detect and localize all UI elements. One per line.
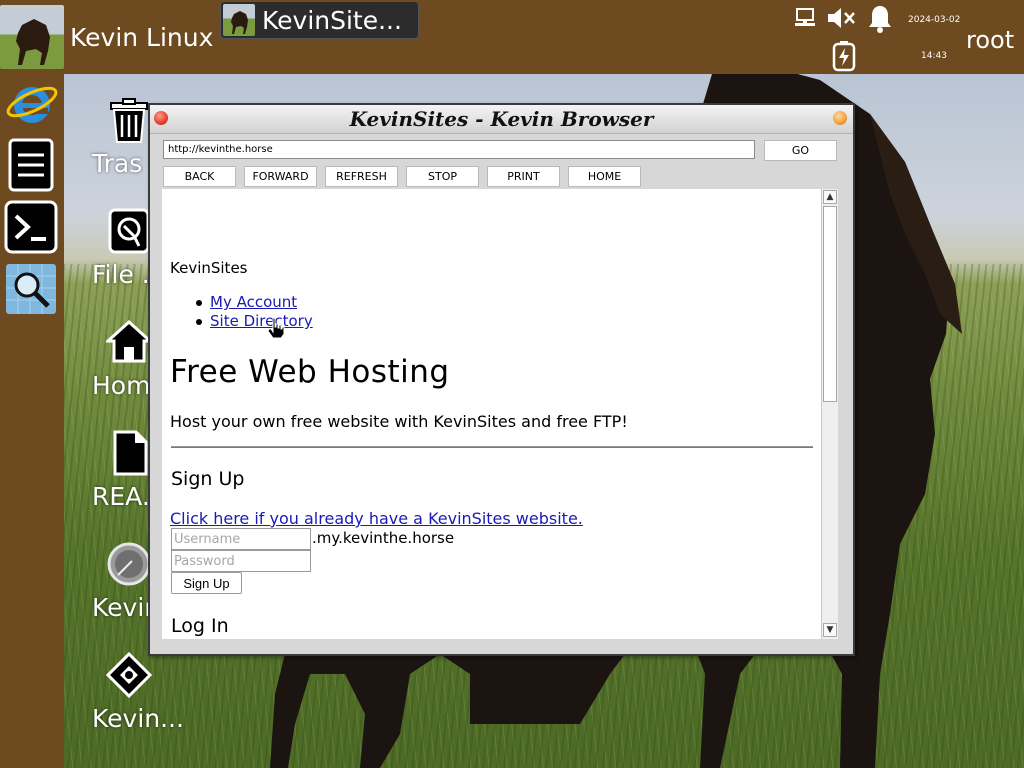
trash-icon (110, 98, 148, 143)
network-icon[interactable] (794, 8, 816, 28)
desktop-icon-label: Hom (92, 371, 151, 400)
scroll-down-icon[interactable]: ▼ (823, 623, 837, 637)
my-account-link[interactable]: My Account (210, 293, 297, 311)
volume-muted-icon[interactable] (826, 6, 856, 30)
site-nav: My Account Site Directory (196, 293, 313, 331)
window-titlebar[interactable]: KevinSites - Kevin Browser (150, 105, 853, 134)
home-icon (106, 319, 152, 363)
top-panel: Kevin Linux KevinSite... 2024-03-02 14:4… (0, 0, 1024, 74)
taskbar-window-label: KevinSite... (262, 5, 402, 35)
browser-window: KevinSites - Kevin Browser GO BACK FORWA… (148, 103, 855, 656)
window-title: KevinSites - Kevin Browser (349, 107, 654, 131)
signup-button[interactable]: Sign Up (171, 572, 242, 594)
scroll-thumb[interactable] (823, 206, 837, 402)
app-menu-label: Kevin Linux (70, 22, 214, 52)
taskbar-window-button[interactable]: KevinSite... (220, 1, 419, 39)
page-lead: Host your own free website with KevinSit… (170, 412, 628, 431)
hand-pointer-icon (267, 317, 285, 339)
desktop-icon-kevin-app[interactable]: Kevin... (84, 652, 184, 762)
site-directory-link[interactable]: Site Directory (210, 312, 313, 330)
domain-suffix: .my.kevinthe.horse (312, 529, 455, 547)
horse-logo-icon (223, 4, 255, 36)
document-icon (113, 430, 148, 476)
internet-explorer-icon[interactable] (4, 76, 58, 130)
file-manager-icon (108, 208, 150, 254)
left-dock (0, 74, 64, 768)
terminal-icon[interactable] (4, 200, 58, 254)
search-icon[interactable] (4, 262, 58, 316)
vertical-scrollbar[interactable]: ▲ ▼ (821, 189, 838, 639)
site-nav-item: Site Directory (196, 312, 313, 331)
address-bar[interactable] (163, 140, 755, 159)
refresh-button[interactable]: REFRESH (325, 166, 398, 187)
login-heading: Log In (171, 615, 229, 637)
desktop-icon-label: Kevin... (92, 704, 184, 733)
home-button[interactable]: HOME (568, 166, 641, 187)
horse-logo-icon (0, 5, 64, 69)
battery-charging-icon[interactable] (832, 40, 856, 72)
app-menu-button[interactable]: Kevin Linux (0, 4, 213, 70)
desktop-icon-label: Tras (92, 149, 143, 178)
signup-heading: Sign Up (171, 468, 245, 490)
back-button[interactable]: BACK (163, 166, 236, 187)
puzzle-icon (106, 652, 152, 698)
page-viewport: KevinSites My Account Site Directory Fre… (162, 189, 838, 639)
forward-button[interactable]: FORWARD (244, 166, 317, 187)
clock-date: 2024-03-02 (908, 15, 961, 25)
site-nav-item: My Account (196, 293, 313, 312)
existing-site-link[interactable]: Click here if you already have a KevinSi… (170, 509, 583, 528)
compass-icon (107, 542, 151, 586)
desktop-icon-label: Kevir (92, 593, 155, 622)
stop-button[interactable]: STOP (406, 166, 479, 187)
password-field[interactable] (171, 550, 311, 572)
window-minimize-button[interactable] (833, 111, 847, 125)
page-heading: Free Web Hosting (170, 354, 450, 390)
site-name: KevinSites (170, 259, 248, 277)
go-button[interactable]: GO (764, 140, 837, 161)
username-field[interactable] (171, 528, 311, 550)
file-cabinet-icon[interactable] (4, 138, 58, 192)
clock-time: 14:43 (921, 51, 947, 61)
print-button[interactable]: PRINT (487, 166, 560, 187)
divider (171, 446, 813, 448)
notification-bell-icon[interactable] (867, 4, 893, 34)
user-menu[interactable]: root (966, 26, 1014, 54)
scroll-up-icon[interactable]: ▲ (823, 190, 837, 204)
